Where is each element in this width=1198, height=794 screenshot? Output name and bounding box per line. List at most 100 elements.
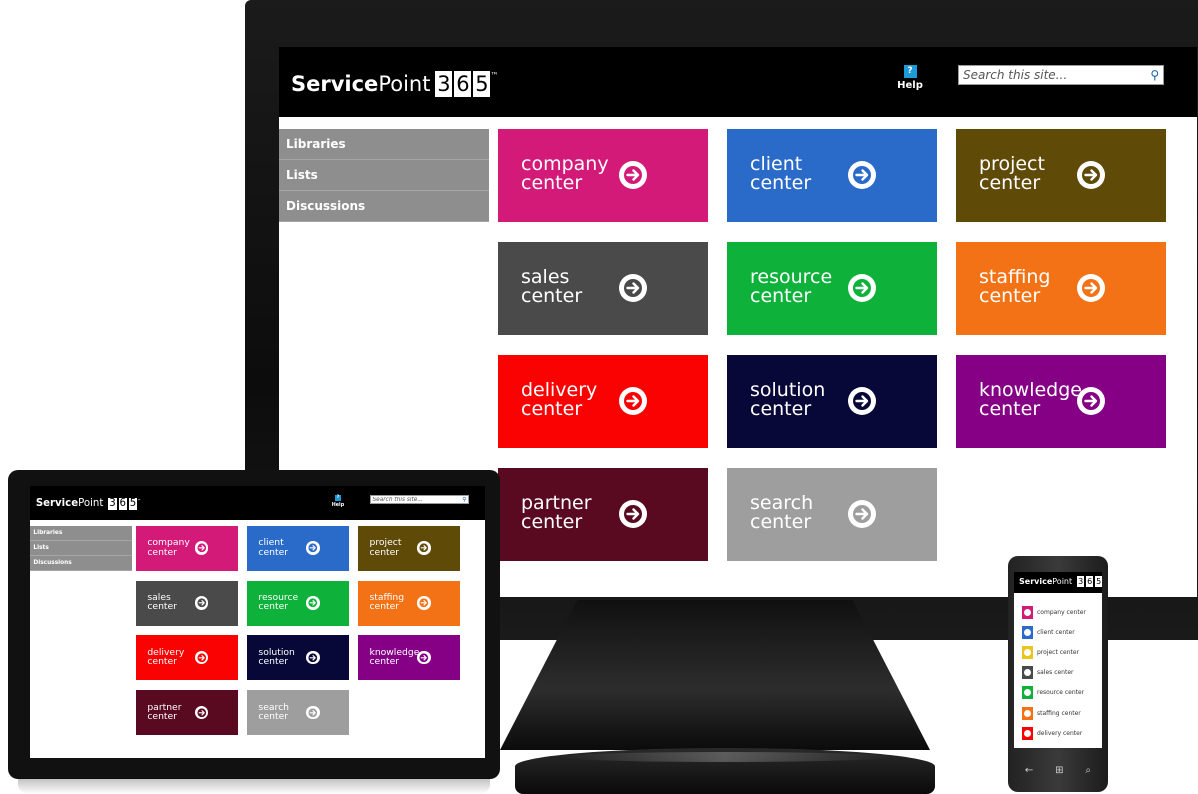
phone-list-item[interactable]: client center <box>1022 622 1100 642</box>
tile-partner-center[interactable]: partner center <box>498 468 708 561</box>
tile-label: search center <box>258 703 289 722</box>
arrow-right-circle-icon <box>1022 666 1033 680</box>
tile-label: company center <box>147 538 189 557</box>
arrow-right-circle-icon[interactable] <box>417 541 431 555</box>
nav-item-libraries[interactable]: Libraries <box>30 526 132 541</box>
tile-label: knowledge center <box>979 381 1082 419</box>
tile-delivery-center[interactable]: delivery center <box>498 355 708 448</box>
tile-company-center[interactable]: company center <box>498 129 708 222</box>
tile-solution-center[interactable]: solution center <box>727 355 937 448</box>
phone-item-label: client center <box>1037 628 1075 636</box>
logo-digit: 5 <box>128 497 138 511</box>
logo-text-bold: Service <box>291 72 379 96</box>
arrow-right-circle-icon[interactable] <box>619 274 647 302</box>
logo-trademark: ™ <box>137 497 141 503</box>
tile-label-line2: center <box>369 656 400 668</box>
logo-text-bold: Service <box>35 498 79 510</box>
arrow-right-circle-icon <box>1022 686 1033 700</box>
back-icon[interactable]: ← <box>1025 765 1033 776</box>
arrow-right-circle-icon[interactable] <box>417 650 431 665</box>
arrow-right-circle-icon[interactable] <box>194 705 209 720</box>
tile-company-center[interactable]: company center <box>136 525 239 571</box>
phone-list-item[interactable]: project center <box>1022 642 1100 662</box>
search-icon[interactable]: ⚲ <box>1146 68 1163 82</box>
search-input[interactable] <box>963 68 1147 82</box>
tile-sales-center[interactable]: sales center <box>136 580 239 626</box>
nav-item-lists[interactable]: Lists <box>30 541 132 556</box>
tile-label-line2: center <box>147 711 177 722</box>
tile-resource-center[interactable]: resource center <box>727 242 937 335</box>
tile-label-line2: center <box>521 398 583 420</box>
search-input[interactable] <box>372 496 461 503</box>
arrow-right-circle-icon[interactable] <box>305 705 320 720</box>
tile-client-center[interactable]: client center <box>727 129 937 222</box>
tile-client-center[interactable]: client center <box>247 525 350 571</box>
windows-icon[interactable]: ⊞ <box>1055 765 1063 776</box>
site-logo[interactable]: Service Point 3 6 5 ™ <box>291 71 498 97</box>
tile-resource-center[interactable]: resource center <box>247 580 350 626</box>
arrow-right-circle-icon[interactable] <box>848 161 876 189</box>
tile-knowledge-center[interactable]: knowledge center <box>358 635 461 681</box>
phone-header: Service Point 3 6 5 <box>1014 572 1102 593</box>
tile-solution-center[interactable]: solution center <box>247 635 350 681</box>
tile-search-center[interactable]: search center <box>727 468 937 561</box>
arrow-right-circle-icon[interactable] <box>848 500 876 528</box>
arrow-right-circle-icon[interactable] <box>194 541 209 555</box>
tile-sales-center[interactable]: sales center <box>498 242 708 335</box>
tile-label: sales center <box>147 593 177 612</box>
arrow-right-circle-icon[interactable] <box>619 500 647 528</box>
nav-item-lists[interactable]: Lists <box>279 160 489 191</box>
tile-search-center[interactable]: search center <box>247 690 350 736</box>
tile-label: project center <box>369 538 401 557</box>
phone-list-item[interactable]: delivery center <box>1022 723 1100 743</box>
search-icon[interactable]: ⚲ <box>460 497 468 503</box>
tile-project-center[interactable]: project center <box>358 525 461 571</box>
arrow-right-circle-icon[interactable] <box>305 650 320 665</box>
arrow-right-circle-icon[interactable] <box>848 387 876 415</box>
arrow-right-circle-icon[interactable] <box>619 387 647 415</box>
phone-item-label: staffing center <box>1037 709 1081 717</box>
tile-partner-center[interactable]: partner center <box>136 690 239 736</box>
arrow-right-circle-icon <box>1022 726 1033 740</box>
arrow-right-circle-icon[interactable] <box>619 161 647 189</box>
nav-item-libraries[interactable]: Libraries <box>279 129 489 160</box>
tile-delivery-center[interactable]: delivery center <box>136 635 239 681</box>
help-label: Help <box>331 501 345 508</box>
logo-digit: 5 <box>473 71 491 97</box>
nav-item-discussions[interactable]: Discussions <box>30 556 132 571</box>
help-button[interactable]: ? Help <box>331 494 346 508</box>
tile-label-line2: center <box>979 172 1041 194</box>
arrow-right-circle-icon[interactable] <box>1077 161 1105 189</box>
logo-digit: 6 <box>118 497 127 511</box>
arrow-right-circle-icon[interactable] <box>848 274 876 302</box>
tile-label: knowledge center <box>369 648 419 668</box>
help-button[interactable]: ? Help <box>895 65 925 91</box>
tile-project-center[interactable]: project center <box>956 129 1166 222</box>
phone-list-item[interactable]: sales center <box>1022 663 1100 683</box>
arrow-right-circle-icon[interactable] <box>305 541 320 555</box>
tablet-reflection <box>18 778 490 794</box>
phone-list-item[interactable]: resource center <box>1022 683 1100 703</box>
arrow-right-circle-icon[interactable] <box>1077 387 1105 415</box>
nav-item-discussions[interactable]: Discussions <box>279 191 489 222</box>
tile-label: project center <box>979 155 1045 193</box>
arrow-right-circle-icon[interactable] <box>417 596 431 610</box>
logo-text-regular: Point <box>1052 577 1073 586</box>
arrow-right-circle-icon[interactable] <box>194 650 209 665</box>
tile-staffing-center[interactable]: staffing center <box>358 580 461 626</box>
tile-label-line2: center <box>369 601 400 613</box>
site-logo[interactable]: Service Point 3 6 5 ™ <box>35 497 141 511</box>
tile-label-line2: center <box>750 172 812 194</box>
tile-label-line2: center <box>521 285 583 307</box>
tile-knowledge-center[interactable]: knowledge center <box>956 355 1166 448</box>
phone-list-item[interactable]: company center <box>1022 602 1100 622</box>
arrow-right-circle-icon[interactable] <box>1077 274 1105 302</box>
logo-digit: 6 <box>454 71 472 97</box>
arrow-right-circle-icon[interactable] <box>305 596 320 610</box>
tile-staffing-center[interactable]: staffing center <box>956 242 1166 335</box>
site-search-box[interactable]: ⚲ <box>958 65 1164 85</box>
arrow-right-circle-icon[interactable] <box>194 596 209 610</box>
phone-list-item[interactable]: staffing center <box>1022 703 1100 723</box>
phone-search-icon[interactable]: ⌕ <box>1085 765 1091 776</box>
site-search-box[interactable]: ⚲ <box>369 494 470 505</box>
